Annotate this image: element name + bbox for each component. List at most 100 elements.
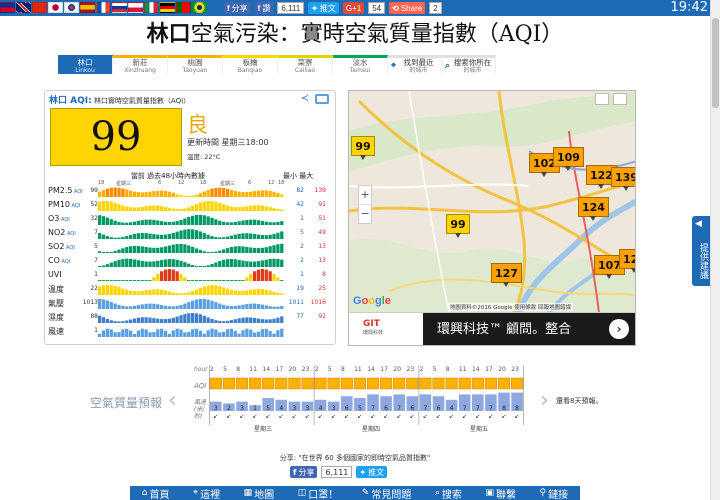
flag-pl-icon[interactable] — [128, 2, 143, 13]
nav-home[interactable]: ⌂ 首頁 — [142, 486, 170, 500]
flag-kr-icon[interactable] — [64, 2, 79, 13]
tab-linkou[interactable]: 林口 Linkou — [58, 55, 113, 74]
gplus-button[interactable]: G+1 — [342, 2, 365, 14]
forecast-aqi-cell[interactable] — [393, 377, 406, 390]
pollutant-row[interactable]: 風速 1 — [48, 324, 332, 338]
pollutant-row[interactable]: 濕度 88 77 92 — [48, 310, 332, 324]
flag-it-icon[interactable] — [144, 2, 159, 13]
forecast-aqi-cell[interactable] — [222, 377, 235, 390]
find-nearest-button[interactable]: ⌖ 找到最近 的城市 — [388, 55, 442, 74]
nav-mask[interactable]: ◫ 口罩！ — [298, 486, 339, 500]
forecast-aqi-cell[interactable] — [511, 377, 524, 390]
flag-cn-icon[interactable] — [32, 2, 47, 13]
forecast-aqi-cell[interactable] — [484, 377, 497, 390]
forecast-aqi-cell[interactable] — [314, 377, 327, 390]
map-marker[interactable]: 99 — [446, 214, 470, 238]
forecast-aqi-cell[interactable] — [353, 377, 366, 390]
forecast-aqi-cell[interactable] — [458, 377, 471, 390]
zoom-in-button[interactable]: + — [359, 186, 371, 204]
flag-gb-icon[interactable] — [16, 2, 31, 13]
footer-tweet-button[interactable]: ✦ 推文 — [356, 466, 388, 478]
forecast-aqi-cell[interactable] — [366, 377, 380, 390]
sparkline-bar — [156, 329, 160, 337]
flag-jp-icon[interactable] — [48, 2, 63, 13]
layers-icon[interactable] — [595, 93, 609, 105]
pollutant-row[interactable]: 溫度 22 19 25 — [48, 282, 332, 296]
flag-de-icon[interactable] — [160, 2, 175, 13]
sparkline-bar — [171, 306, 175, 309]
forecast-aqi-cell[interactable] — [275, 377, 288, 390]
forecast-prev-button[interactable]: ‹ — [168, 388, 177, 413]
ad-text[interactable]: 環興科技™ 顧問。整合 › — [423, 313, 635, 345]
share-icon[interactable]: ≺ — [301, 93, 309, 104]
pollutant-row[interactable]: NO2 AQI 7 5 49 — [48, 226, 332, 240]
scrollbar[interactable] — [710, 0, 720, 500]
flag-fr-icon[interactable] — [96, 2, 111, 13]
flag-pt-icon[interactable] — [176, 2, 191, 13]
fb-share-button[interactable]: f 分享 — [224, 2, 251, 14]
forecast-aqi-cell[interactable] — [301, 377, 314, 390]
flag-br-icon[interactable] — [192, 2, 207, 13]
forecast-aqi-cell[interactable] — [235, 377, 249, 390]
ad-banner[interactable]: GIT 環興科技 環興科技™ 顧問。整合 › — [349, 312, 635, 345]
sparkline-bar — [229, 289, 234, 295]
tweet-button[interactable]: ✦ 推文 — [308, 2, 339, 14]
map-copyright[interactable]: 地圖資料©2016 Google 使用條款 回報地圖錯誤 — [447, 303, 573, 311]
fullscreen-icon[interactable] — [613, 93, 627, 105]
nav-here[interactable]: ⌖ 這裡 — [193, 486, 220, 500]
tab-xinzhuang[interactable]: 新莊 Xinzhuang — [113, 55, 168, 74]
map-marker[interactable]: 127 — [491, 263, 522, 287]
forecast-aqi-cell[interactable] — [340, 377, 353, 390]
ad-go-button[interactable]: › — [609, 319, 629, 339]
forecast-aqi-cell[interactable] — [327, 377, 340, 390]
pollutant-row[interactable]: UVI 1 1 8 — [48, 268, 332, 282]
scrollbar-thumb[interactable] — [712, 18, 719, 108]
map-marker[interactable]: 99 — [351, 136, 375, 160]
map-marker[interactable]: 139 — [611, 167, 635, 191]
forecast-aqi-cell[interactable] — [262, 377, 275, 390]
fb-like-button[interactable]: f讚 — [254, 2, 274, 14]
aqi-map[interactable]: 99 102 109 122 139 124 99 127 107 127 + … — [348, 90, 636, 346]
flag-ru-icon[interactable] — [112, 2, 127, 13]
pollutant-row[interactable]: PM10 AQI 52 42 91 — [48, 198, 332, 212]
sparkline-bar — [191, 229, 195, 239]
tab-taoyuan[interactable]: 桃園 Taoyuan — [168, 55, 223, 74]
nav-links[interactable]: ⚲ 鏈接 — [540, 486, 569, 500]
feedback-tab[interactable]: ◀ 提供建議 — [692, 216, 710, 286]
sparkline-bar — [249, 219, 253, 225]
map-marker[interactable]: 127 — [619, 249, 635, 273]
nav-contact[interactable]: ▣ 聯繫 — [485, 486, 516, 500]
map-marker[interactable]: 109 — [553, 147, 584, 171]
forecast-aqi-cell[interactable] — [380, 377, 393, 390]
pollutant-row[interactable]: CO AQI 7 2 13 — [48, 254, 332, 268]
map-marker[interactable]: 124 — [578, 197, 609, 221]
forecast-next-button[interactable]: › — [540, 388, 549, 413]
nav-map[interactable]: ▦ 地圖 — [244, 486, 275, 500]
forecast-aqi-cell[interactable] — [432, 377, 445, 390]
forecast-more-days[interactable]: 還看8天預報。 — [556, 396, 602, 406]
forecast-aqi-cell[interactable] — [445, 377, 458, 390]
tab-tamsui[interactable]: 淡水 Tamsui — [333, 55, 388, 74]
forecast-aqi-cell[interactable] — [406, 377, 419, 390]
tab-banqiao[interactable]: 板橋 Banqiao — [223, 55, 278, 74]
search-city-button[interactable]: ⌕ 搜索你所在 的城市 — [442, 55, 496, 74]
pollutant-row[interactable]: O3 AQI 32 1 51 — [48, 212, 332, 226]
pollutant-row[interactable]: SO2 AQI 5 2 13 — [48, 240, 332, 254]
forecast-aqi-cell[interactable] — [209, 377, 222, 390]
nav-faq[interactable]: ✎ 常見問題 — [362, 486, 412, 500]
forecast-aqi-cell[interactable] — [249, 377, 262, 390]
forecast-aqi-cell[interactable] — [288, 377, 301, 390]
share-button[interactable]: ⟲ Share — [389, 2, 426, 14]
pollutant-row[interactable]: PM2.5 AQI 99 82 139 — [48, 184, 332, 198]
pollutant-row[interactable]: 氣壓 1013 1011 1016 — [48, 296, 332, 310]
nav-search[interactable]: ⌕ 搜索 — [435, 486, 462, 500]
forecast-aqi-cell[interactable] — [471, 377, 484, 390]
flag-tw-icon[interactable] — [0, 2, 15, 13]
tab-cailiao[interactable]: 菜寮 Cailiao — [278, 55, 333, 74]
zoom-out-button[interactable]: − — [359, 204, 371, 223]
footer-fb-share-button[interactable]: f 分享 — [290, 466, 318, 478]
widget-icon[interactable] — [315, 94, 329, 104]
forecast-aqi-cell[interactable] — [419, 377, 432, 390]
forecast-aqi-cell[interactable] — [497, 377, 511, 390]
flag-es-icon[interactable] — [80, 2, 95, 13]
